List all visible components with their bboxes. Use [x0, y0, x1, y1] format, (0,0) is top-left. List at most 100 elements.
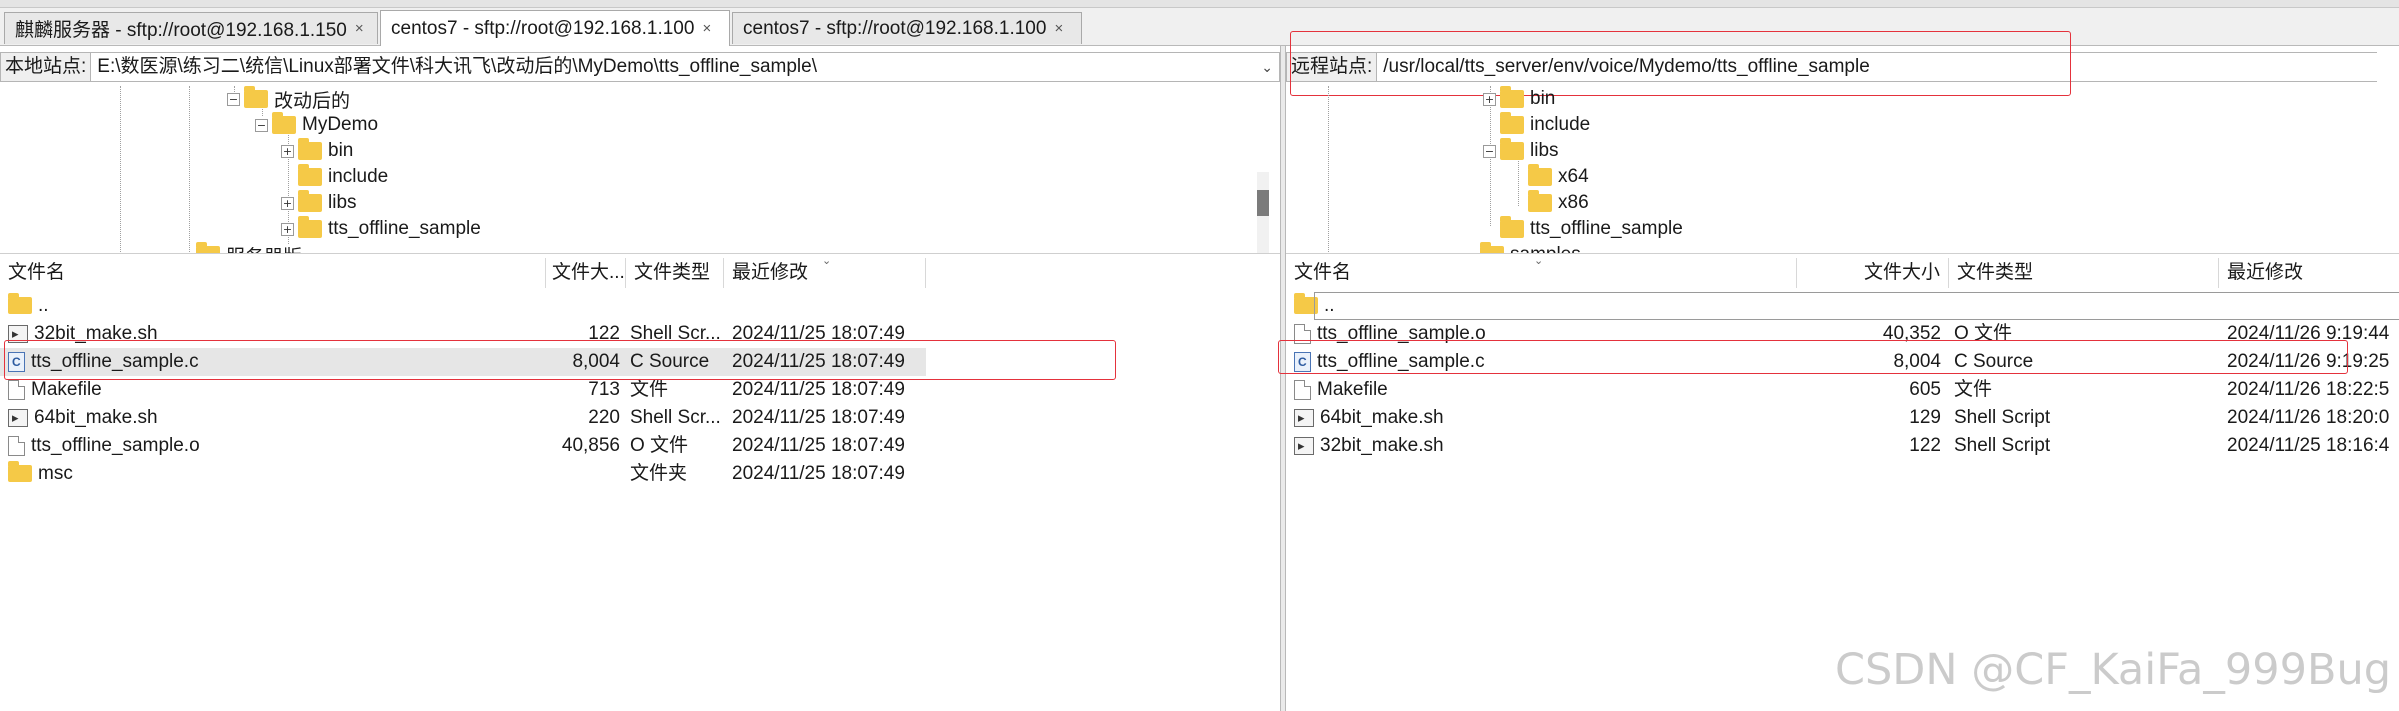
- folder-icon: [1500, 138, 1524, 160]
- folder-icon: [8, 461, 32, 483]
- tree-node-label: bin: [1530, 88, 1556, 109]
- tree-node-label: x64: [1558, 166, 1589, 187]
- tab-centos7-active[interactable]: centos7 - sftp://root@192.168.1.100 ×: [380, 10, 730, 46]
- local-path-input[interactable]: E:\数医源\练习二\统信\Linux部署文件\科大讯飞\改动后的\MyDemo…: [91, 52, 1280, 82]
- list-item[interactable]: ..: [0, 292, 1280, 320]
- tree-node-libs[interactable]: − libs: [1483, 138, 1559, 164]
- collapse-icon[interactable]: −: [255, 118, 268, 132]
- folder-icon: [1528, 164, 1552, 186]
- local-path-text: E:\数医源\练习二\统信\Linux部署文件\科大讯飞\改动后的\MyDemo…: [97, 56, 817, 77]
- file-type: Shell Script: [1954, 435, 2051, 456]
- tree-node-label: x86: [1558, 192, 1589, 213]
- file-name: tts_offline_sample.o: [1317, 323, 1486, 344]
- file-icon: [8, 435, 25, 456]
- file-modified: 2024/11/25 18:07:49: [732, 351, 905, 372]
- close-icon[interactable]: ×: [355, 20, 364, 37]
- chevron-down-icon[interactable]: ⌄: [1261, 53, 1273, 81]
- file-size: 8,004: [572, 351, 620, 372]
- list-item[interactable]: ..: [1286, 292, 2399, 320]
- file-size: 122: [588, 323, 620, 344]
- folder-icon: [1500, 216, 1524, 238]
- tree-node-samples[interactable]: samples: [1480, 242, 1581, 253]
- list-item[interactable]: tts_offline_sample.o 40,352 O 文件 2024/11…: [1286, 320, 2399, 348]
- close-icon[interactable]: ×: [702, 20, 711, 37]
- list-item[interactable]: 32bit_make.sh 122 Shell Scr... 2024/11/2…: [0, 320, 1280, 348]
- expand-icon[interactable]: +: [281, 196, 294, 210]
- collapse-icon[interactable]: −: [1483, 144, 1496, 158]
- tree-node-include[interactable]: include: [298, 164, 388, 190]
- tree-node-bin[interactable]: + bin: [1483, 86, 1555, 112]
- column-header-name[interactable]: 文件名: [0, 258, 546, 288]
- local-site-bar: 本地站点: E:\数医源\练习二\统信\Linux部署文件\科大讯飞\改动后的\…: [0, 48, 1280, 86]
- file-name: 32bit_make.sh: [34, 323, 158, 344]
- file-name: 64bit_make.sh: [1320, 407, 1444, 428]
- tree-node-label: samples: [1510, 244, 1581, 253]
- close-icon[interactable]: ×: [1054, 20, 1063, 37]
- folder-icon: [272, 112, 296, 134]
- tree-node-x86[interactable]: x86: [1528, 190, 1589, 216]
- tree-node-label: 服务器版: [226, 242, 302, 254]
- focus-outline: [1314, 292, 2399, 320]
- tree-node-label: libs: [328, 192, 357, 213]
- tab-centos7[interactable]: centos7 - sftp://root@192.168.1.100 ×: [732, 12, 1082, 44]
- file-modified: 2024/11/25 18:07:49: [732, 463, 905, 484]
- file-size: 40,352: [1882, 323, 1941, 344]
- list-item[interactable]: 64bit_make.sh 220 Shell Scr... 2024/11/2…: [0, 404, 1280, 432]
- list-item[interactable]: 64bit_make.sh 129 Shell Script 2024/11/2…: [1286, 404, 2399, 432]
- file-modified: 2024/11/25 18:07:49: [732, 323, 905, 344]
- script-icon: [8, 404, 28, 432]
- remote-path-input[interactable]: /usr/local/tts_server/env/voice/Mydemo/t…: [1377, 52, 2378, 82]
- file-modified: 2024/11/25 18:07:49: [732, 407, 905, 428]
- list-item[interactable]: tts_offline_sample.o 40,856 O 文件 2024/11…: [0, 432, 1280, 460]
- local-site-label: 本地站点:: [0, 52, 92, 82]
- tab-kylin-server[interactable]: 麒麟服务器 - sftp://root@192.168.1.150 ×: [4, 12, 378, 44]
- sort-indicator-icon: ⌄: [822, 258, 832, 267]
- tree-node-mydemo[interactable]: − MyDemo: [255, 112, 378, 138]
- collapse-icon[interactable]: −: [227, 92, 240, 106]
- column-header-size[interactable]: 文件大小: [1797, 258, 1949, 288]
- file-type: C Source: [630, 351, 710, 372]
- expand-icon[interactable]: +: [281, 222, 294, 236]
- file-size: 220: [588, 407, 620, 428]
- list-item[interactable]: 32bit_make.sh 122 Shell Script 2024/11/2…: [1286, 432, 2399, 460]
- file-modified: 2024/11/26 18:22:5: [2227, 379, 2390, 400]
- folder-icon: [1500, 112, 1524, 134]
- remote-site-label: 远程站点:: [1286, 52, 1378, 82]
- tree-node-libs[interactable]: + libs: [281, 190, 357, 216]
- list-item[interactable]: Makefile 605 文件 2024/11/26 18:22:5: [1286, 376, 2399, 404]
- list-item[interactable]: Makefile 713 文件 2024/11/25 18:07:49: [0, 376, 1280, 404]
- list-item-selected[interactable]: tts_offline_sample.c 8,004 C Source 2024…: [0, 348, 926, 376]
- tab-label: centos7 - sftp://root@192.168.1.100: [391, 17, 695, 39]
- tree-node-modified[interactable]: − 改动后的: [227, 86, 350, 112]
- folder-icon: [244, 86, 268, 108]
- local-directory-tree: − 改动后的 − MyDemo + bin include + libs + t…: [0, 86, 1280, 254]
- remote-file-list: 文件名 文件大小 文件类型 最近修改 ⌄ .. tts_offline_samp…: [1286, 258, 2399, 711]
- file-modified: 2024/11/26 9:19:25: [2227, 351, 2390, 372]
- list-item[interactable]: tts_offline_sample.c 8,004 C Source 2024…: [1286, 348, 2399, 376]
- column-header-modified[interactable]: 最近修改: [2219, 258, 2399, 288]
- file-size: 40,856: [561, 435, 620, 456]
- expand-icon[interactable]: +: [281, 144, 294, 158]
- tree-node-tts-offline-sample[interactable]: tts_offline_sample: [1500, 216, 1683, 242]
- tree-node-server-version[interactable]: 服务器版: [196, 242, 302, 254]
- file-size: 605: [1909, 379, 1941, 400]
- file-name: tts_offline_sample.c: [31, 351, 199, 372]
- tree-node-x64[interactable]: x64: [1528, 164, 1589, 190]
- file-type: Shell Scr...: [630, 407, 721, 428]
- local-tree-scroll-thumb[interactable]: [1257, 190, 1269, 216]
- file-size: 129: [1909, 407, 1941, 428]
- folder-icon: [298, 190, 322, 212]
- list-item[interactable]: msc 文件夹 2024/11/25 18:07:49: [0, 460, 1280, 488]
- column-header-type[interactable]: 文件类型: [626, 258, 724, 288]
- column-header-type[interactable]: 文件类型: [1949, 258, 2219, 288]
- tab-bar: 麒麟服务器 - sftp://root@192.168.1.150 × cent…: [0, 0, 2399, 46]
- file-type: 文件: [1954, 379, 1993, 400]
- expand-icon[interactable]: +: [1483, 92, 1496, 106]
- file-name: tts_offline_sample.o: [31, 435, 200, 456]
- file-size: 713: [588, 379, 620, 400]
- tree-node-tts-offline-sample[interactable]: + tts_offline_sample: [281, 216, 481, 242]
- column-header-size[interactable]: 文件大...: [546, 258, 626, 288]
- tree-node-include[interactable]: include: [1500, 112, 1590, 138]
- tree-node-label: MyDemo: [302, 114, 379, 135]
- tree-node-bin[interactable]: + bin: [281, 138, 353, 164]
